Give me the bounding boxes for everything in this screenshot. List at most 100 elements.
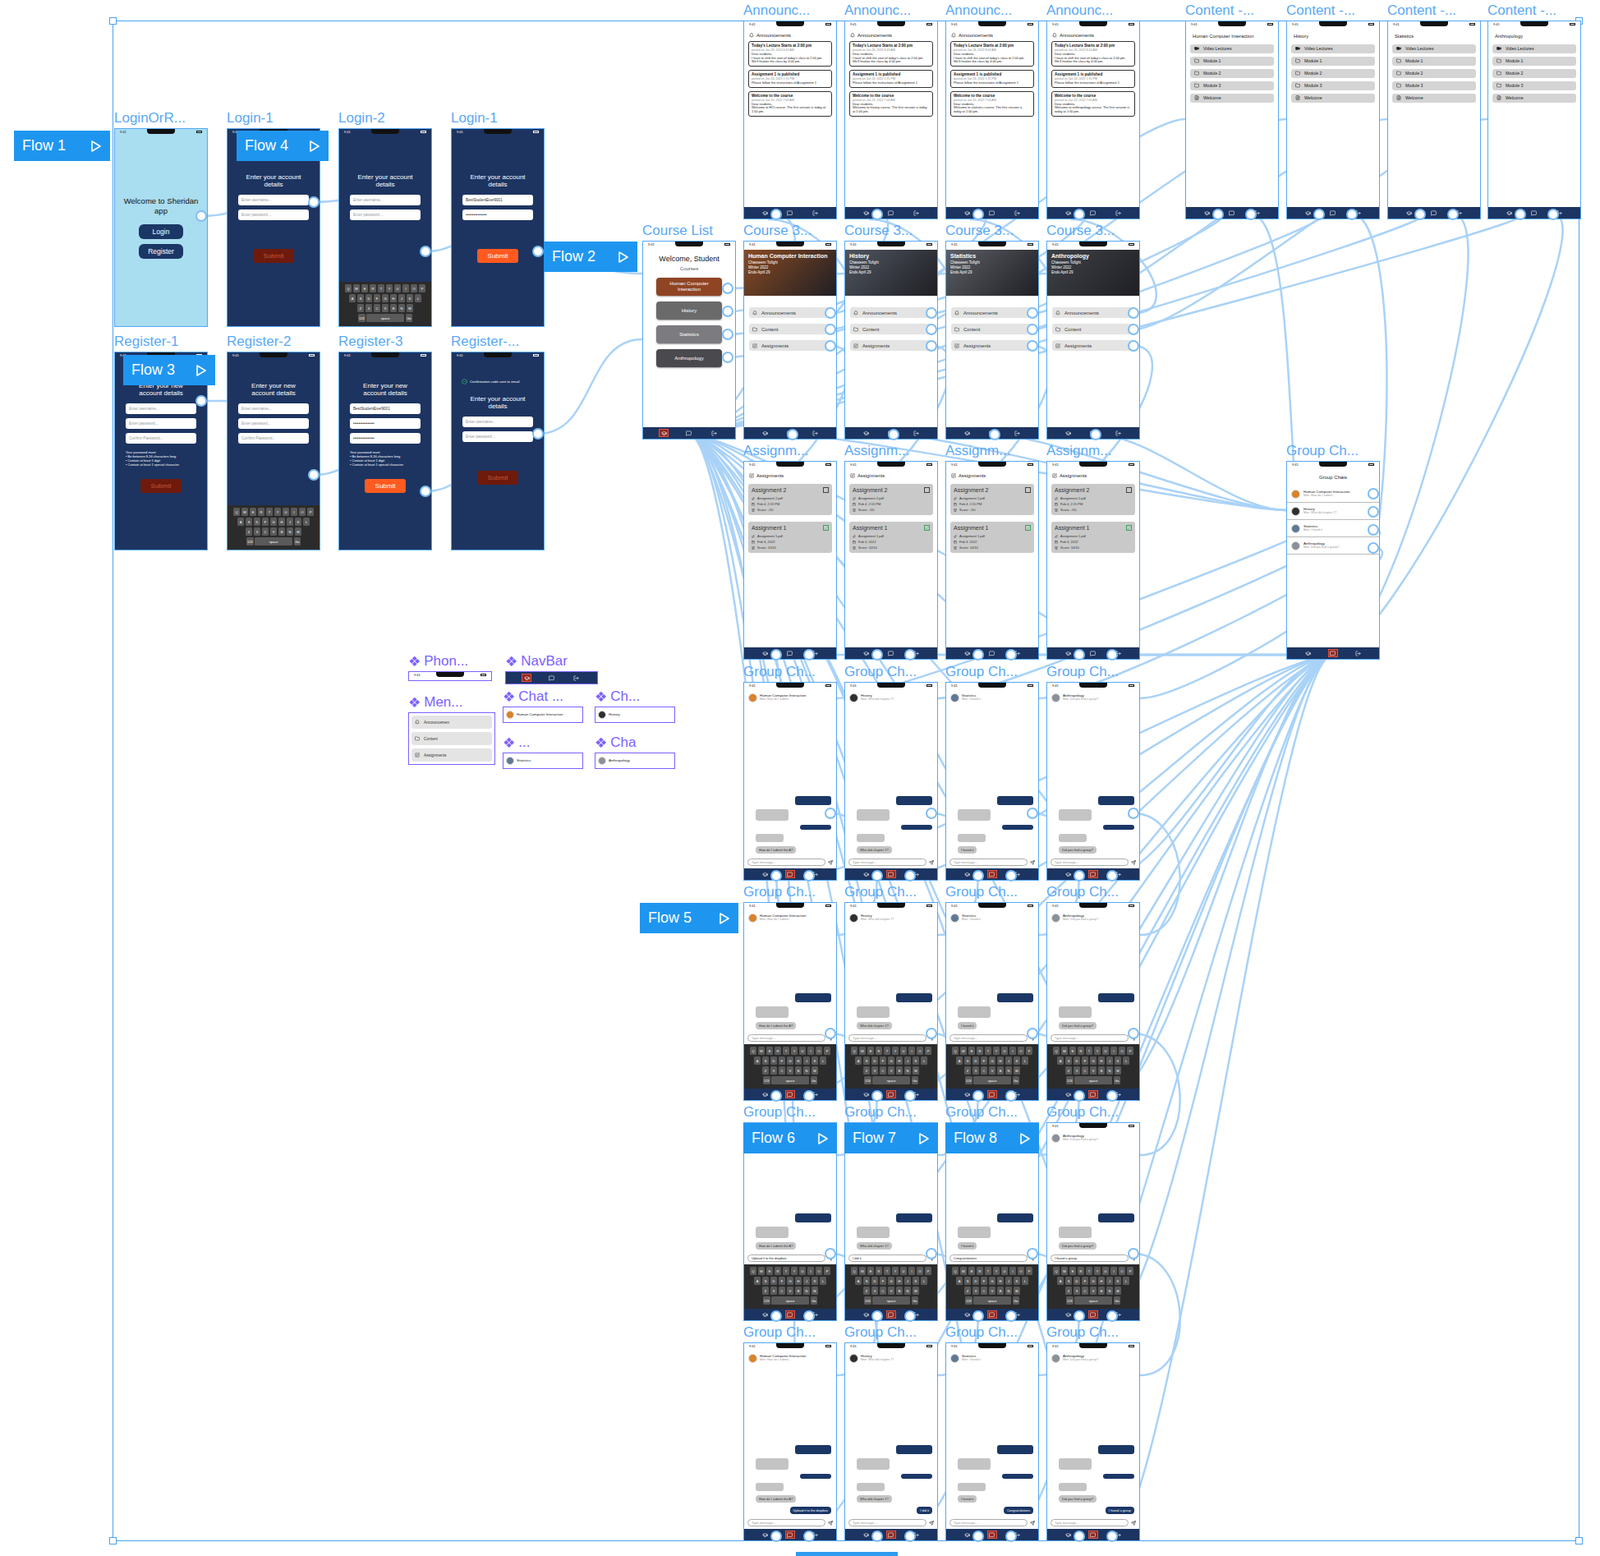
key[interactable]: Z: [1065, 1066, 1073, 1075]
key[interactable]: L: [1021, 1276, 1030, 1285]
key[interactable]: W: [859, 1266, 867, 1275]
key[interactable]: G: [786, 1056, 795, 1065]
course-tile[interactable]: Human Computer Interaction: [656, 277, 722, 296]
prototype-frame[interactable]: Register-...9:41Confirmation code sent t…: [450, 332, 545, 551]
chats-tab[interactable]: [785, 869, 796, 879]
chats-tab[interactable]: [1529, 208, 1540, 217]
send-icon[interactable]: [928, 1255, 934, 1261]
logout-tab[interactable]: [810, 1530, 821, 1539]
key[interactable]: L: [1122, 1056, 1131, 1065]
prototype-frame[interactable]: Assignm...9:41AssignmentsAssignment 2Ass…: [945, 441, 1040, 660]
course-menu-item[interactable]: Assignments: [951, 340, 1034, 351]
logout-tab[interactable]: [1113, 1530, 1124, 1539]
key[interactable]: H: [997, 1276, 1005, 1285]
hotspot[interactable]: [308, 197, 319, 207]
key[interactable]: P: [1025, 1266, 1034, 1275]
key[interactable]: I: [1009, 1266, 1017, 1275]
content-item[interactable]: Module 1: [1392, 56, 1476, 66]
key[interactable]: A: [956, 1276, 964, 1285]
key[interactable]: M: [811, 1286, 819, 1295]
hotspot[interactable]: [1006, 1310, 1017, 1321]
hotspot[interactable]: [973, 209, 984, 220]
key[interactable]: space: [1074, 1296, 1113, 1305]
key[interactable]: A: [754, 1056, 762, 1065]
content-item[interactable]: Welcome: [1392, 93, 1476, 103]
key[interactable]: L: [920, 1276, 929, 1285]
key[interactable]: F: [980, 1276, 989, 1285]
course-menu-item[interactable]: Announcements: [850, 307, 933, 318]
play-icon[interactable]: [90, 139, 102, 153]
key[interactable]: P: [924, 1046, 933, 1055]
key[interactable]: X: [1073, 1286, 1081, 1295]
hotspot[interactable]: [196, 395, 207, 406]
content-item[interactable]: Module 2: [1392, 68, 1476, 79]
key[interactable]: N: [1005, 1286, 1013, 1295]
key[interactable]: F: [373, 294, 382, 303]
key[interactable]: N: [803, 1066, 811, 1075]
hotspot[interactable]: [1090, 429, 1101, 440]
key[interactable]: R: [976, 1046, 984, 1055]
hotspot[interactable]: [825, 1028, 836, 1039]
announcement-card[interactable]: Welcome to the courseposted on Jan 20, 2…: [1051, 91, 1136, 117]
chat-list-item[interactable]: HistoryMon: Who did chapter 1?: [1287, 502, 1380, 520]
key[interactable]: A: [754, 1276, 762, 1285]
text-field[interactable]: Enter password...: [462, 431, 534, 442]
key[interactable]: J: [1106, 1276, 1114, 1285]
key[interactable]: P: [418, 284, 427, 293]
key[interactable]: X: [1073, 1066, 1081, 1075]
key[interactable]: 123: [965, 1296, 973, 1305]
key[interactable]: S: [1065, 1056, 1073, 1065]
logout-tab[interactable]: [1012, 208, 1023, 217]
key[interactable]: Y: [993, 1046, 1001, 1055]
key[interactable]: C: [1081, 1286, 1090, 1295]
key[interactable]: 123: [1066, 1075, 1074, 1085]
key[interactable]: A: [1057, 1276, 1065, 1285]
content-item[interactable]: Module 1: [1190, 56, 1274, 66]
prototype-frame[interactable]: Announc...9:41AnnouncementsToday's Lectu…: [844, 1, 938, 220]
courses-tab[interactable]: [759, 1310, 770, 1319]
key[interactable]: N: [904, 1066, 912, 1075]
hotspot[interactable]: [1027, 340, 1038, 351]
hotspot[interactable]: [722, 283, 733, 294]
logout-tab[interactable]: [911, 208, 922, 217]
key[interactable]: O: [298, 507, 307, 516]
hotspot[interactable]: [905, 1090, 915, 1101]
key[interactable]: Z: [762, 1286, 770, 1295]
content-item[interactable]: Welcome: [1492, 93, 1577, 103]
key[interactable]: H: [896, 1056, 904, 1065]
logout-tab[interactable]: [1012, 1530, 1023, 1539]
key[interactable]: R: [875, 1046, 883, 1055]
logout-tab[interactable]: [1353, 208, 1364, 217]
logout-tab[interactable]: [1113, 869, 1124, 879]
key[interactable]: K: [912, 1056, 920, 1065]
key[interactable]: space: [872, 1296, 911, 1305]
done-checkbox[interactable]: [924, 487, 930, 493]
courses-tab[interactable]: [1062, 648, 1073, 658]
send-icon[interactable]: [928, 1520, 934, 1526]
logout-tab[interactable]: [1113, 428, 1124, 437]
key[interactable]: D: [871, 1276, 879, 1285]
key[interactable]: X: [770, 1066, 778, 1075]
content-item[interactable]: Module 2: [1190, 68, 1274, 79]
prototype-frame[interactable]: Group Ch...9:41HistoryMon: Who did chapt…: [844, 662, 938, 881]
prototype-frame[interactable]: LoginOrR...9:41Welcome to Sheridan appLo…: [114, 109, 208, 327]
key[interactable]: G: [1089, 1276, 1098, 1285]
chats-tab[interactable]: [1088, 208, 1099, 217]
key[interactable]: E: [766, 1046, 774, 1055]
key[interactable]: Go: [294, 537, 302, 546]
text-field[interactable]: Enter username...: [238, 194, 309, 206]
key[interactable]: M: [1013, 1066, 1021, 1075]
hotspot[interactable]: [872, 649, 883, 660]
key[interactable]: P: [1025, 1046, 1034, 1055]
message-input[interactable]: Type message...: [848, 1034, 927, 1042]
prototype-frame[interactable]: Register-29:41Enter your new account det…: [226, 332, 321, 551]
prototype-frame[interactable]: Group Ch...9:41StatisticsMon: I found it…: [945, 882, 1040, 1101]
logout-tab[interactable]: [1012, 869, 1023, 879]
key[interactable]: V: [786, 1286, 795, 1295]
courses-tab[interactable]: [961, 428, 972, 437]
hotspot[interactable]: [973, 1310, 984, 1321]
courses-tab[interactable]: [860, 208, 871, 217]
prototype-frame[interactable]: Group Ch...9:41Human Computer Interactio…: [743, 662, 837, 881]
courses-tab[interactable]: [658, 428, 669, 437]
key[interactable]: 123: [1066, 1296, 1074, 1305]
